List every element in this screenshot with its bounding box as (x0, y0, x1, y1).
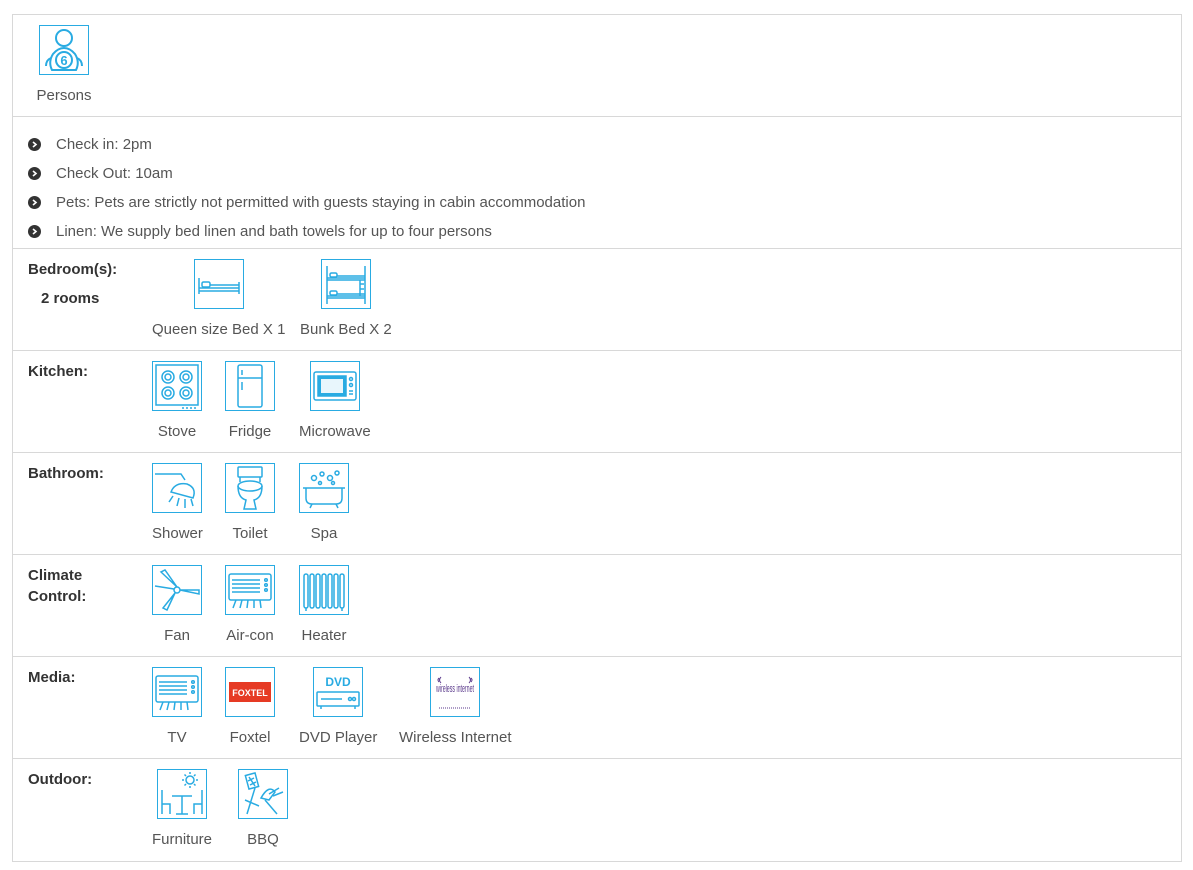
amenity-label: Stove (157, 423, 197, 440)
toilet-icon (225, 463, 275, 513)
shower-icon (152, 463, 203, 513)
kitchen-heading: Kitchen: (28, 363, 88, 380)
tv-icon (152, 667, 202, 717)
persons-section: 6 Persons (13, 15, 1181, 117)
dvd-logo: DVD (326, 675, 352, 689)
info-checkout: Check Out: 10am (56, 165, 173, 182)
furniture-icon (157, 769, 208, 819)
amenity-label: Fridge (228, 423, 272, 440)
amenity-heater: Heater (299, 565, 349, 644)
info-pets: Pets: Pets are strictly not permitted wi… (56, 194, 586, 211)
amenity-label: Bunk Bed X 2 (300, 321, 392, 338)
bathroom-section: Bathroom: Shower Toilet Spa (13, 453, 1181, 555)
bedrooms-heading: Bedroom(s): (28, 261, 118, 278)
bbq-icon (238, 769, 288, 819)
amenity-bbq: BBQ (238, 769, 288, 848)
amenity-label: Heater (301, 627, 347, 644)
amenity-queen-bed: Queen size Bed X 1 (152, 259, 285, 338)
amenity-stove: Stove (152, 361, 202, 440)
amenity-label: Fan (164, 627, 190, 644)
stove-icon (152, 361, 202, 411)
fridge-icon (225, 361, 275, 411)
amenity-label: BBQ (247, 831, 279, 848)
list-item: Check in: 2pm (13, 130, 1181, 159)
chevron-right-icon (28, 167, 41, 180)
dvd-icon: DVD (313, 667, 364, 717)
amenity-label: DVD Player (299, 729, 378, 746)
foxtel-logo: FOXTEL (232, 688, 268, 698)
amenity-label: Spa (310, 525, 338, 542)
media-section: Media: TV FOXTEL Foxtel DVD DVD Player w… (13, 657, 1181, 759)
foxtel-icon: FOXTEL (225, 667, 275, 717)
amenity-wireless: wireless internet Wireless Internet (399, 667, 512, 746)
amenity-aircon: Air-con (225, 565, 275, 644)
wireless-internet-icon: wireless internet (430, 667, 481, 717)
amenity-label: Toilet (232, 525, 268, 542)
outdoor-section: Outdoor: Furniture BBQ (13, 759, 1181, 861)
chevron-right-icon (28, 138, 41, 151)
amenity-fan: Fan (152, 565, 202, 644)
amenity-label: Wireless Internet (399, 729, 512, 746)
bedrooms-count: 2 rooms (41, 290, 100, 307)
amenity-toilet: Toilet (225, 463, 275, 542)
aircon-icon (225, 565, 275, 615)
climate-heading: Climate Control: (28, 567, 87, 605)
bathroom-heading: Bathroom: (28, 465, 104, 482)
amenity-microwave: Microwave (299, 361, 371, 440)
list-item: Linen: We supply bed linen and bath towe… (13, 217, 1181, 246)
amenity-label: Air-con (226, 627, 274, 644)
amenity-dvd: DVD DVD Player (299, 667, 377, 746)
info-section: Check in: 2pm Check Out: 10am Pets: Pets… (13, 117, 1181, 249)
amenity-shower: Shower (152, 463, 203, 542)
amenity-label: Microwave (299, 423, 371, 440)
amenity-label: Furniture (152, 831, 213, 848)
info-linen: Linen: We supply bed linen and bath towe… (56, 223, 492, 240)
amenity-label: Queen size Bed X 1 (152, 321, 286, 338)
media-heading: Media: (28, 669, 76, 686)
kitchen-section: Kitchen: Stove Fridge Microwave (13, 351, 1181, 453)
wireless-logo: wireless internet (436, 683, 474, 695)
list-item: Pets: Pets are strictly not permitted wi… (13, 188, 1181, 217)
spa-icon (299, 463, 349, 513)
amenity-label: Foxtel (229, 729, 271, 746)
amenity-furniture: Furniture (152, 769, 212, 848)
amenity-label: TV (167, 729, 187, 746)
queen-bed-icon (193, 259, 244, 309)
amenity-spa: Spa (299, 463, 349, 542)
bedrooms-section: Bedroom(s): 2 rooms Queen size Bed X 1 B… (13, 249, 1181, 351)
list-item: Check Out: 10am (13, 159, 1181, 188)
fan-icon (152, 565, 202, 615)
persons-count: 6 (60, 53, 67, 68)
amenity-bunk-bed: Bunk Bed X 2 (300, 259, 392, 338)
persons-label: Persons (36, 87, 92, 104)
chevron-right-icon (28, 196, 41, 209)
persons-icon: 6 (39, 25, 89, 75)
amenities-table: 6 Persons Check in: 2pm Check Out: 10am … (12, 14, 1182, 862)
amenity-tv: TV (152, 667, 202, 746)
outdoor-heading: Outdoor: (28, 771, 93, 788)
climate-section: Climate Control: Fan Air-con Heater (13, 555, 1181, 657)
amenity-label: Shower (152, 525, 203, 542)
amenity-foxtel: FOXTEL Foxtel (225, 667, 275, 746)
amenity-fridge: Fridge (225, 361, 275, 440)
info-checkin: Check in: 2pm (56, 136, 152, 153)
bunk-bed-icon (320, 259, 371, 309)
heater-icon (299, 565, 349, 615)
chevron-right-icon (28, 225, 41, 238)
microwave-icon (309, 361, 360, 411)
